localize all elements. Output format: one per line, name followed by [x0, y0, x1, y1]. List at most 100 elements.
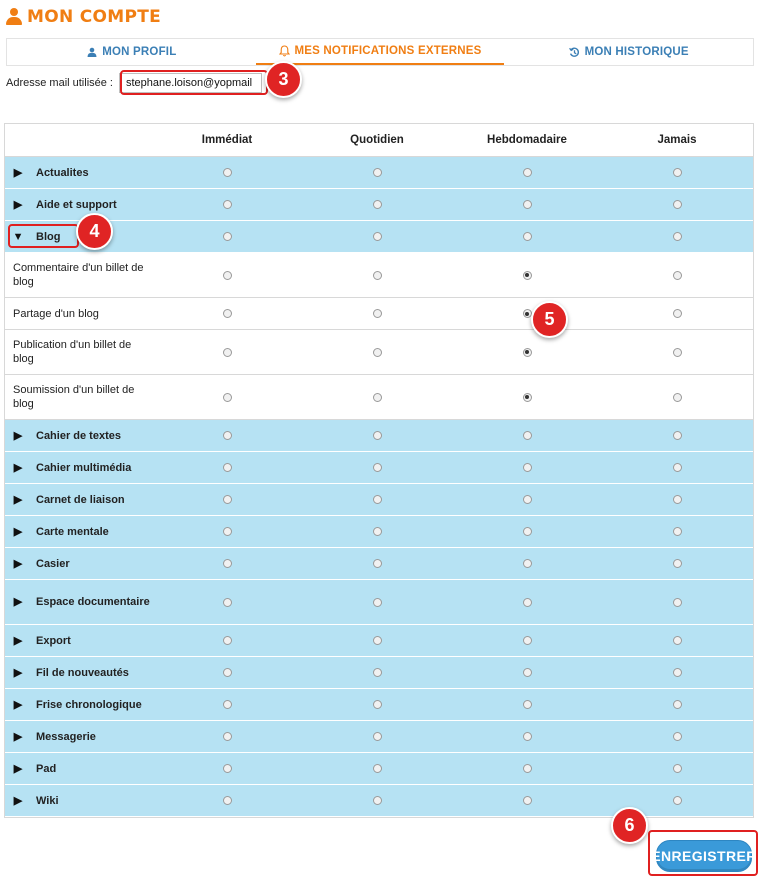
- collapsed-triangle-icon[interactable]: ▶: [13, 730, 23, 744]
- radio-jamais[interactable]: [672, 495, 682, 504]
- radio-quotidien[interactable]: [372, 168, 382, 177]
- radio-jamais[interactable]: [672, 200, 682, 209]
- radio-jamais[interactable]: [672, 700, 682, 709]
- collapsed-triangle-icon[interactable]: ▶: [13, 666, 23, 680]
- radio-quotidien[interactable]: [372, 431, 382, 440]
- radio-hebdomadaire[interactable]: [522, 597, 532, 607]
- radio-jamais[interactable]: [672, 796, 682, 805]
- category-row[interactable]: ▶ Fil de nouveautés: [5, 657, 753, 689]
- radio-quotidien[interactable]: [372, 796, 382, 805]
- expanded-triangle-icon[interactable]: ▼: [13, 230, 24, 244]
- radio-hebdomadaire[interactable]: [522, 559, 532, 568]
- radio-immediat[interactable]: [222, 700, 232, 709]
- radio-jamais[interactable]: [672, 309, 682, 318]
- radio-quotidien[interactable]: [372, 700, 382, 709]
- radio-quotidien[interactable]: [372, 732, 382, 741]
- radio-quotidien[interactable]: [372, 347, 382, 357]
- save-button[interactable]: ENREGISTRER: [651, 840, 756, 872]
- radio-hebdomadaire[interactable]: [522, 463, 532, 472]
- collapsed-triangle-icon[interactable]: ▶: [13, 762, 23, 776]
- collapsed-triangle-icon[interactable]: ▶: [13, 698, 23, 712]
- category-row[interactable]: ▶ Cahier multimédia: [5, 452, 753, 484]
- tab-mon-historique[interactable]: MON HISTORIQUE: [504, 39, 753, 65]
- category-row[interactable]: ▶ Export: [5, 625, 753, 657]
- radio-hebdomadaire[interactable]: [522, 668, 532, 677]
- radio-quotidien[interactable]: [372, 559, 382, 568]
- radio-quotidien[interactable]: [372, 200, 382, 209]
- radio-jamais[interactable]: [672, 270, 682, 280]
- radio-hebdomadaire[interactable]: [522, 732, 532, 741]
- radio-hebdomadaire[interactable]: [522, 764, 532, 773]
- radio-immediat[interactable]: [222, 392, 232, 402]
- radio-immediat[interactable]: [222, 431, 232, 440]
- radio-jamais[interactable]: [672, 232, 682, 241]
- category-row[interactable]: ▶ Actualites: [5, 157, 753, 189]
- radio-immediat[interactable]: [222, 495, 232, 504]
- radio-quotidien[interactable]: [372, 636, 382, 645]
- radio-quotidien[interactable]: [372, 764, 382, 773]
- radio-quotidien[interactable]: [372, 668, 382, 677]
- radio-hebdomadaire[interactable]: [522, 168, 532, 177]
- category-row[interactable]: ▶ Carte mentale: [5, 516, 753, 548]
- radio-jamais[interactable]: [672, 392, 682, 402]
- radio-immediat[interactable]: [222, 796, 232, 805]
- radio-hebdomadaire[interactable]: [522, 392, 532, 402]
- tab-mon-profil[interactable]: MON PROFIL: [7, 39, 256, 65]
- radio-quotidien[interactable]: [372, 495, 382, 504]
- radio-jamais[interactable]: [672, 668, 682, 677]
- radio-immediat[interactable]: [222, 232, 232, 241]
- collapsed-triangle-icon[interactable]: ▶: [13, 794, 23, 808]
- radio-jamais[interactable]: [672, 597, 682, 607]
- radio-immediat[interactable]: [222, 463, 232, 472]
- email-field[interactable]: [119, 73, 262, 93]
- radio-quotidien[interactable]: [372, 392, 382, 402]
- category-row[interactable]: ▼ Blog: [5, 221, 753, 253]
- radio-quotidien[interactable]: [372, 270, 382, 280]
- radio-quotidien[interactable]: [372, 597, 382, 607]
- radio-hebdomadaire[interactable]: [522, 796, 532, 805]
- radio-immediat[interactable]: [222, 597, 232, 607]
- radio-quotidien[interactable]: [372, 232, 382, 241]
- radio-immediat[interactable]: [222, 347, 232, 357]
- category-row[interactable]: ▶ Aide et support: [5, 189, 753, 221]
- radio-immediat[interactable]: [222, 559, 232, 568]
- tab-notifications-externes[interactable]: MES NOTIFICATIONS EXTERNES: [255, 39, 505, 65]
- radio-hebdomadaire[interactable]: [522, 232, 532, 241]
- collapsed-triangle-icon[interactable]: ▶: [13, 493, 23, 507]
- radio-jamais[interactable]: [672, 559, 682, 568]
- radio-immediat[interactable]: [222, 764, 232, 773]
- collapsed-triangle-icon[interactable]: ▶: [13, 198, 23, 212]
- category-row[interactable]: ▶ Cahier de textes: [5, 420, 753, 452]
- radio-immediat[interactable]: [222, 527, 232, 536]
- radio-hebdomadaire[interactable]: [522, 431, 532, 440]
- category-row[interactable]: ▶ Messagerie: [5, 721, 753, 753]
- radio-immediat[interactable]: [222, 732, 232, 741]
- radio-immediat[interactable]: [222, 168, 232, 177]
- radio-immediat[interactable]: [222, 668, 232, 677]
- radio-jamais[interactable]: [672, 636, 682, 645]
- radio-jamais[interactable]: [672, 431, 682, 440]
- radio-hebdomadaire[interactable]: [522, 347, 532, 357]
- collapsed-triangle-icon[interactable]: ▶: [13, 557, 23, 571]
- radio-immediat[interactable]: [222, 270, 232, 280]
- category-row[interactable]: ▶ Frise chronologique: [5, 689, 753, 721]
- radio-hebdomadaire[interactable]: [522, 636, 532, 645]
- radio-jamais[interactable]: [672, 527, 682, 536]
- radio-jamais[interactable]: [672, 764, 682, 773]
- collapsed-triangle-icon[interactable]: ▶: [13, 429, 23, 443]
- radio-hebdomadaire[interactable]: [522, 270, 532, 280]
- radio-hebdomadaire[interactable]: [522, 200, 532, 209]
- collapsed-triangle-icon[interactable]: ▶: [13, 461, 23, 475]
- radio-immediat[interactable]: [222, 636, 232, 645]
- collapsed-triangle-icon[interactable]: ▶: [13, 166, 23, 180]
- radio-quotidien[interactable]: [372, 463, 382, 472]
- radio-jamais[interactable]: [672, 732, 682, 741]
- radio-hebdomadaire[interactable]: [522, 495, 532, 504]
- radio-hebdomadaire[interactable]: [522, 527, 532, 536]
- radio-hebdomadaire[interactable]: [522, 700, 532, 709]
- category-row[interactable]: ▶ Pad: [5, 753, 753, 785]
- radio-quotidien[interactable]: [372, 309, 382, 318]
- collapsed-triangle-icon[interactable]: ▶: [13, 525, 23, 539]
- category-row[interactable]: ▶ Casier: [5, 548, 753, 580]
- radio-jamais[interactable]: [672, 463, 682, 472]
